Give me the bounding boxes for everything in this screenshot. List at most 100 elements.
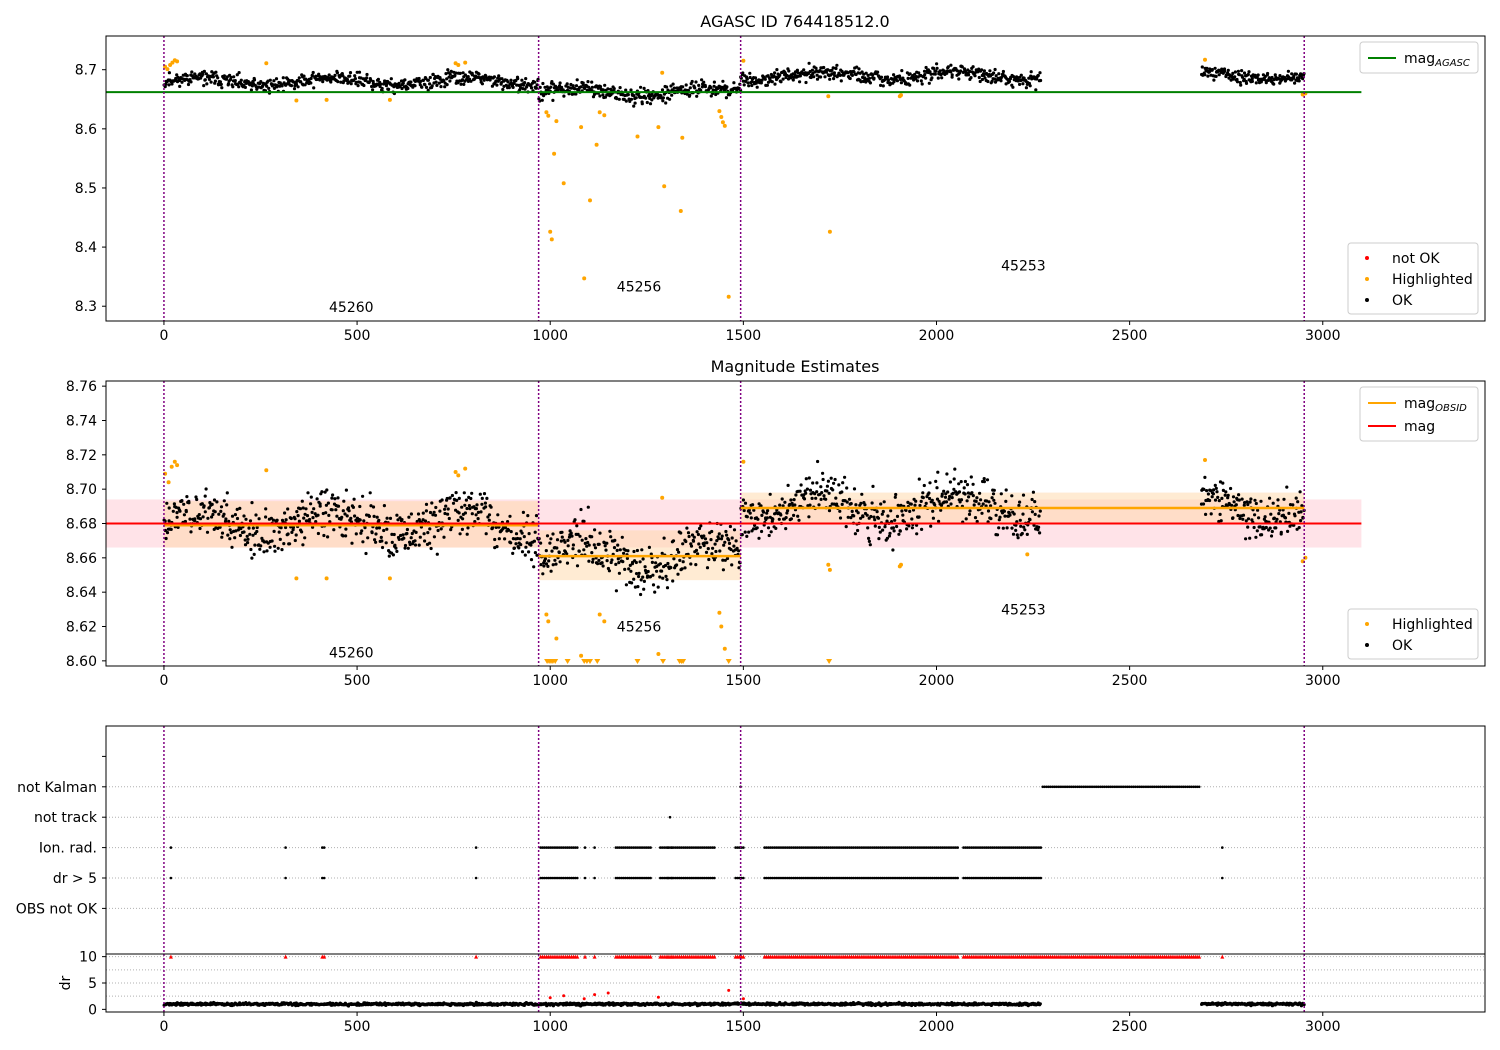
ok-point bbox=[998, 515, 1002, 519]
ok-point bbox=[626, 549, 630, 553]
ok-point bbox=[1004, 499, 1008, 503]
ok-point bbox=[982, 480, 987, 484]
ok-point bbox=[443, 507, 447, 511]
ok-point bbox=[624, 99, 628, 103]
ok-point bbox=[1223, 69, 1227, 73]
ok-point bbox=[630, 581, 634, 585]
ok-point bbox=[949, 70, 953, 74]
ok-point bbox=[219, 505, 224, 509]
ok-point bbox=[467, 504, 471, 508]
ok-point bbox=[1244, 537, 1248, 541]
ok-point bbox=[856, 511, 860, 515]
ok-point bbox=[250, 556, 254, 560]
ok-point bbox=[371, 88, 375, 92]
ok-point bbox=[924, 65, 928, 70]
ok-point bbox=[799, 483, 803, 487]
ok-point bbox=[662, 536, 666, 540]
ok-point bbox=[342, 79, 346, 83]
ok-point bbox=[457, 496, 461, 500]
ok-point bbox=[565, 561, 570, 565]
y-tick-label: 8.60 bbox=[66, 654, 97, 670]
ok-point bbox=[237, 71, 241, 75]
ok-point bbox=[849, 502, 853, 506]
ok-point bbox=[475, 503, 479, 507]
ok-point bbox=[661, 99, 665, 103]
ok-point bbox=[703, 85, 708, 89]
ok-point bbox=[520, 550, 525, 554]
ok-point bbox=[1237, 498, 1241, 502]
ok-point bbox=[724, 96, 729, 100]
ok-point bbox=[697, 542, 701, 546]
ok-point bbox=[1028, 84, 1032, 88]
ok-point bbox=[1221, 481, 1225, 485]
ok-point bbox=[394, 546, 398, 550]
ok-point bbox=[845, 486, 849, 490]
ok-point bbox=[895, 524, 899, 529]
highlighted-point bbox=[324, 97, 329, 102]
ok-point bbox=[477, 72, 481, 76]
ok-point bbox=[971, 482, 975, 486]
ok-point bbox=[232, 75, 236, 79]
ok-point bbox=[707, 557, 711, 562]
ok-point bbox=[724, 529, 728, 534]
ok-point bbox=[1021, 493, 1026, 497]
ok-point bbox=[860, 492, 864, 496]
ok-point bbox=[305, 514, 310, 518]
ok-point bbox=[273, 544, 277, 548]
ok-point bbox=[713, 542, 717, 546]
x-tick-label: 2500 bbox=[1112, 328, 1148, 344]
ok-point bbox=[621, 560, 625, 564]
x-tick-label: 2000 bbox=[919, 328, 955, 344]
ok-point bbox=[519, 543, 523, 547]
ok-point bbox=[1201, 502, 1206, 506]
ok-point bbox=[185, 74, 189, 78]
ok-point bbox=[942, 489, 946, 493]
ok-point bbox=[296, 85, 300, 89]
ok-point bbox=[1202, 487, 1206, 491]
ok-point bbox=[380, 86, 384, 91]
ok-point bbox=[879, 83, 883, 87]
y-tick-label: 8.7 bbox=[75, 63, 97, 79]
ok-point bbox=[909, 502, 913, 506]
ok-point bbox=[1294, 496, 1298, 500]
ok-point bbox=[718, 549, 722, 553]
legend-point-label: OK bbox=[1392, 293, 1413, 309]
ok-point bbox=[928, 496, 932, 501]
ok-point bbox=[807, 515, 811, 519]
ok-point bbox=[280, 84, 284, 88]
ok-point bbox=[480, 82, 484, 86]
ok-point bbox=[743, 530, 747, 534]
ok-point bbox=[824, 497, 828, 501]
ok-point bbox=[924, 76, 928, 80]
ok-point bbox=[560, 535, 564, 539]
ok-point bbox=[1217, 499, 1221, 503]
ok-point bbox=[612, 546, 617, 550]
ok-point bbox=[590, 551, 594, 555]
flag-point bbox=[670, 876, 674, 880]
ok-point bbox=[598, 531, 602, 535]
ok-point bbox=[946, 490, 950, 494]
ok-point bbox=[712, 80, 717, 84]
ok-point bbox=[492, 75, 496, 79]
ok-point bbox=[374, 532, 378, 536]
ok-point bbox=[541, 572, 545, 576]
ok-point bbox=[793, 503, 797, 507]
ok-point bbox=[698, 545, 702, 549]
ok-point bbox=[545, 534, 550, 538]
ok-point bbox=[424, 85, 429, 89]
ok-point bbox=[737, 549, 741, 553]
ok-point bbox=[989, 517, 993, 521]
ok-point bbox=[516, 77, 520, 81]
ok-point bbox=[551, 532, 555, 536]
ok-point bbox=[438, 509, 442, 513]
ok-point bbox=[1242, 71, 1247, 75]
ok-point bbox=[927, 491, 931, 495]
ok-point bbox=[994, 513, 998, 517]
ok-point bbox=[856, 528, 860, 533]
ok-point bbox=[1018, 500, 1022, 504]
highlighted-point bbox=[826, 94, 831, 99]
ok-point bbox=[511, 551, 515, 556]
ok-point bbox=[612, 87, 616, 91]
highlighted-point bbox=[582, 276, 587, 281]
ok-point bbox=[493, 537, 497, 542]
